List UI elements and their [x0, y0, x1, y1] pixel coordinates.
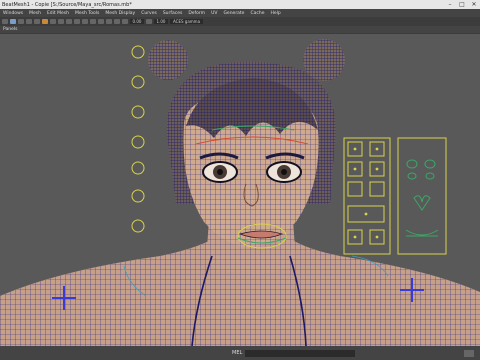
menu-mesh[interactable]: Mesh [29, 11, 41, 16]
render-icon[interactable] [42, 18, 48, 24]
face-control-panel-knobs [353, 147, 379, 239]
shadow-toggle-icon[interactable] [98, 18, 104, 24]
light-toggle-icon[interactable] [90, 18, 96, 24]
menu-windows[interactable]: Windows [3, 11, 23, 16]
window-controls: – □ ✕ [444, 0, 480, 9]
paint-icon[interactable] [26, 18, 32, 24]
menu-edit-mesh[interactable]: Edit Mesh [47, 11, 69, 16]
mel-label: MEL [232, 350, 243, 356]
wireframe-toggle-icon[interactable] [66, 18, 72, 24]
panel-menu-row: Panels [0, 26, 480, 33]
hud-toggle-icon[interactable] [122, 18, 128, 24]
minimize-button[interactable]: – [444, 0, 456, 9]
texture-toggle-icon[interactable] [82, 18, 88, 24]
gamma-icon[interactable] [146, 18, 152, 24]
menu-surfaces[interactable]: Surfaces [163, 11, 183, 16]
menu-help[interactable]: Help [270, 11, 280, 16]
window-title: BeatMesh1 - Copie [S:/Source/Maya_src/Ro… [2, 1, 132, 8]
circle-controls-left [131, 45, 145, 233]
gamma-field[interactable]: 1.00 [154, 18, 168, 24]
menu-curves[interactable]: Curves [141, 11, 157, 16]
panels-menu[interactable]: Panels [3, 27, 17, 32]
menu-mesh-display[interactable]: Mesh Display [105, 11, 135, 16]
isolate-icon[interactable] [114, 18, 120, 24]
camera-icon[interactable] [50, 18, 56, 24]
shaded-toggle-icon[interactable] [74, 18, 80, 24]
menu-bar: Windows Mesh Edit Mesh Mesh Tools Mesh D… [0, 9, 480, 17]
title-bar: BeatMesh1 - Copie [S:/Source/Maya_src/Ro… [0, 0, 480, 9]
magnet-icon[interactable] [34, 18, 40, 24]
panel-toolbar: 0.00 1.00 ACES gamma Panels [0, 17, 480, 34]
select-icon[interactable] [10, 18, 16, 24]
exposure-field[interactable]: 0.00 [130, 18, 144, 24]
menu-cache[interactable]: Cache [250, 11, 264, 16]
menu-generate[interactable]: Generate [223, 11, 244, 16]
colorspace-dropdown[interactable]: ACES gamma [170, 18, 204, 24]
face-control-panel-shapes [405, 159, 439, 237]
menu-deform[interactable]: Deform [188, 11, 205, 16]
script-editor-button[interactable] [464, 349, 474, 357]
mirror-icon[interactable] [2, 18, 8, 24]
maximize-button[interactable]: □ [456, 0, 468, 9]
xray-toggle-icon[interactable] [106, 18, 112, 24]
menu-mesh-tools[interactable]: Mesh Tools [75, 11, 99, 16]
viewport-toolbar: 0.00 1.00 ACES gamma [0, 17, 480, 25]
status-bar: MEL [0, 346, 480, 360]
lasso-icon[interactable] [18, 18, 24, 24]
grid-toggle-icon[interactable] [58, 18, 64, 24]
scene-svg [0, 39, 480, 346]
mel-command-input[interactable] [245, 349, 356, 357]
close-button[interactable]: ✕ [468, 0, 480, 9]
face-control-panel [343, 137, 447, 255]
menu-uv[interactable]: UV [211, 11, 217, 16]
viewport-3d[interactable] [0, 34, 480, 346]
